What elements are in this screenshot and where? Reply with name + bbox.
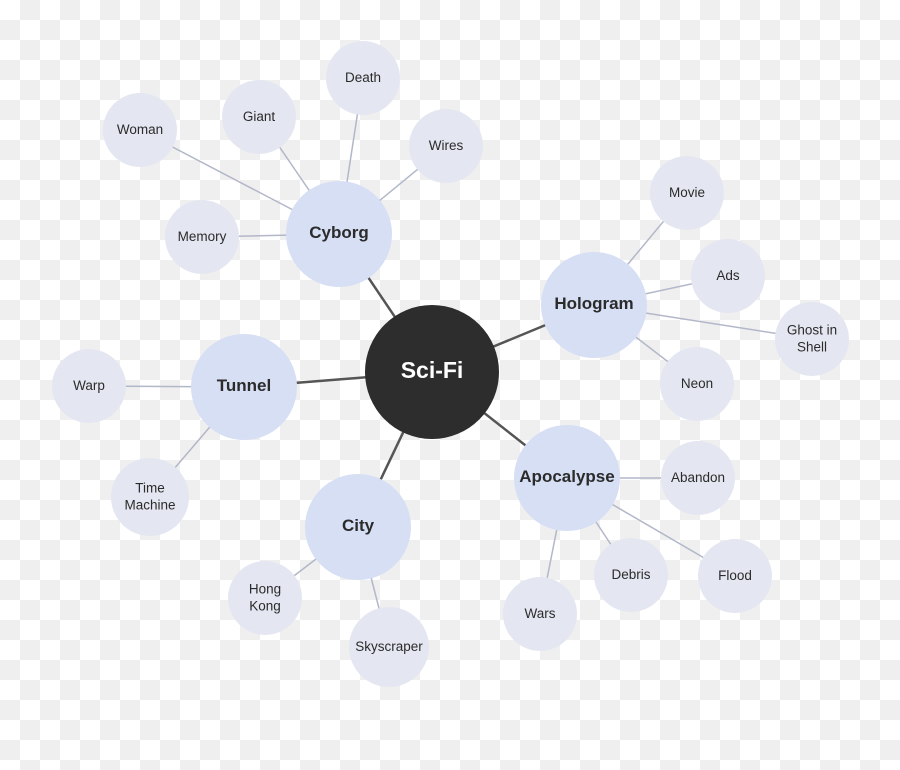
node-city[interactable]: City — [305, 474, 411, 580]
leaf-label: Wires — [429, 138, 464, 153]
label-line: Ghost in — [787, 322, 837, 337]
label-line: Shell — [797, 339, 827, 354]
node-neon[interactable]: Neon — [660, 347, 734, 421]
leaf-label: Giant — [243, 109, 276, 124]
leaf-label: Woman — [117, 122, 163, 137]
leaf-label: Debris — [611, 567, 650, 582]
node-hologram[interactable]: Hologram — [541, 252, 647, 358]
label-line: Flood — [718, 568, 752, 583]
topic-label: Hologram — [554, 294, 633, 313]
node-tunnel[interactable]: Tunnel — [191, 334, 297, 440]
node-wars[interactable]: Wars — [503, 577, 577, 651]
label-line: Tunnel — [217, 376, 271, 395]
leaf-label: Flood — [718, 568, 752, 583]
label-line: Time — [135, 480, 165, 495]
mind-map: Woman Giant Death Wires Memory Movie Ads Ghost … — [52, 41, 849, 687]
label-line: Giant — [243, 109, 276, 124]
label-line: Memory — [178, 229, 227, 244]
label-line: Movie — [669, 185, 705, 200]
label-line: Machine — [124, 497, 175, 512]
node-hong-kong[interactable]: Hong Kong — [228, 561, 302, 635]
label-line: Neon — [681, 376, 713, 391]
leaf-label: Death — [345, 70, 381, 85]
nodes-layer: Woman Giant Death Wires Memory Movie Ads Ghost … — [52, 41, 849, 687]
node-ghost-in-shell[interactable]: Ghost in Shell — [775, 302, 849, 376]
label-line: City — [342, 516, 375, 535]
label-line: Cyborg — [309, 223, 369, 242]
label-line: Death — [345, 70, 381, 85]
topic-label: Cyborg — [309, 223, 369, 242]
leaf-label: Neon — [681, 376, 713, 391]
node-apocalypse[interactable]: Apocalypse — [514, 425, 620, 531]
label-line: Warp — [73, 378, 105, 393]
node-woman[interactable]: Woman — [103, 93, 177, 167]
leaf-label: Memory — [178, 229, 227, 244]
leaf-label: Warp — [73, 378, 105, 393]
node-abandon[interactable]: Abandon — [661, 441, 735, 515]
leaf-label: Movie — [669, 185, 705, 200]
leaf-label: Ads — [716, 268, 740, 283]
label-line: Abandon — [671, 470, 725, 485]
node-movie[interactable]: Movie — [650, 156, 724, 230]
node-memory[interactable]: Memory — [165, 200, 239, 274]
node-giant[interactable]: Giant — [222, 80, 296, 154]
label-line: Sci-Fi — [401, 357, 464, 383]
node-debris[interactable]: Debris — [594, 538, 668, 612]
label-line: Hologram — [554, 294, 633, 313]
node-scifi[interactable]: Sci-Fi — [365, 305, 499, 439]
label-line: Wars — [525, 606, 556, 621]
topic-label: Tunnel — [217, 376, 271, 395]
label-line: Ads — [716, 268, 740, 283]
node-death[interactable]: Death — [326, 41, 400, 115]
node-time-machine[interactable]: Time Machine — [111, 458, 189, 536]
node-cyborg[interactable]: Cyborg — [286, 181, 392, 287]
leaf-label: Wars — [525, 606, 556, 621]
center-label: Sci-Fi — [401, 357, 464, 383]
label-line: Woman — [117, 122, 163, 137]
topic-label: Apocalypse — [519, 467, 614, 486]
label-line: Wires — [429, 138, 464, 153]
node-skyscraper[interactable]: Skyscraper — [349, 607, 429, 687]
node-flood[interactable]: Flood — [698, 539, 772, 613]
node-ads[interactable]: Ads — [691, 239, 765, 313]
node-wires[interactable]: Wires — [409, 109, 483, 183]
label-line: Apocalypse — [519, 467, 614, 486]
label-line: Skyscraper — [355, 639, 423, 654]
label-line: Kong — [249, 598, 281, 613]
label-line: Hong — [249, 581, 281, 596]
leaf-label: Abandon — [671, 470, 725, 485]
label-line: Debris — [611, 567, 650, 582]
topic-label: City — [342, 516, 375, 535]
leaf-label: Skyscraper — [355, 639, 423, 654]
node-warp[interactable]: Warp — [52, 349, 126, 423]
